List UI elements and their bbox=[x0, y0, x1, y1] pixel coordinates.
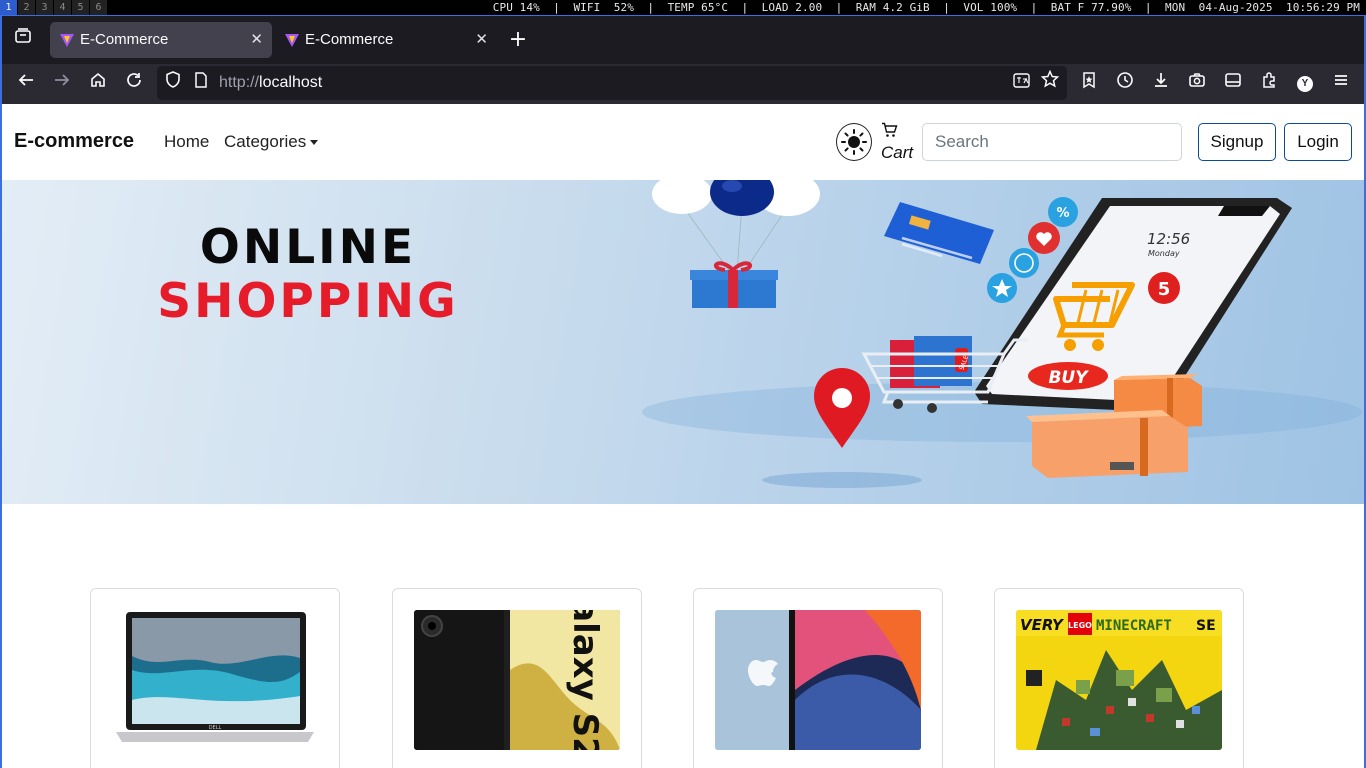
shield-icon[interactable] bbox=[160, 70, 186, 96]
svg-text:SE: SE bbox=[1196, 618, 1216, 634]
url-text: http://localhost bbox=[219, 74, 322, 92]
account-avatar-icon[interactable]: Y bbox=[1292, 71, 1318, 97]
tab-title: E-Commerce bbox=[80, 31, 169, 48]
hero-title-line2: SHOPPING bbox=[157, 274, 459, 329]
workspace-2[interactable]: 2 bbox=[18, 0, 35, 15]
history-icon[interactable] bbox=[1112, 71, 1138, 97]
tab-title: E-Commerce bbox=[305, 31, 394, 48]
cart-icon bbox=[882, 122, 898, 137]
svg-text:VERY: VERY bbox=[1020, 616, 1065, 634]
svg-text:LEGO: LEGO bbox=[1068, 621, 1092, 630]
phone-day: Monday bbox=[1148, 249, 1180, 258]
site-brand[interactable]: E-commerce bbox=[14, 130, 134, 153]
bookmarks-menu-icon[interactable] bbox=[1076, 71, 1102, 97]
site-navbar: E-commerce Home Categories Cart Search S… bbox=[2, 104, 1364, 180]
buy-label: BUY bbox=[1048, 368, 1089, 388]
bookmark-star-icon[interactable] bbox=[1037, 69, 1063, 96]
phone-clock: 12:56 bbox=[1147, 230, 1190, 248]
tab-list-icon[interactable] bbox=[10, 27, 36, 53]
product-image-iphone[interactable] bbox=[715, 610, 921, 750]
svg-text:MINECRAFT: MINECRAFT bbox=[1096, 618, 1172, 634]
hamburger-menu-icon[interactable] bbox=[1328, 71, 1354, 97]
web-page: E-commerce Home Categories Cart Search S… bbox=[2, 104, 1364, 768]
product-image-lego-minecraft[interactable]: VERY LEGO MINECRAFT SE bbox=[1016, 610, 1222, 750]
hero-title-line1: ONLINE bbox=[199, 220, 417, 275]
back-icon[interactable] bbox=[13, 71, 39, 97]
system-status-bar: 1 2 3 4 5 6 CPU 14% | WIFI 52% | TEMP 65… bbox=[0, 0, 1366, 15]
product-card-galaxy-phone[interactable]: alaxy S2 bbox=[392, 588, 642, 768]
cart-label: Cart bbox=[881, 143, 914, 162]
product-card-laptop[interactable]: DELL bbox=[90, 588, 340, 768]
forward-icon[interactable] bbox=[49, 71, 75, 97]
new-tab-icon[interactable]: + bbox=[505, 27, 531, 53]
search-input[interactable] bbox=[922, 123, 1182, 161]
home-icon[interactable] bbox=[85, 71, 111, 97]
chevron-down-icon bbox=[310, 140, 319, 146]
tab-ecommerce-active[interactable]: E-Commerce ✕ bbox=[50, 22, 272, 58]
tab-bar: E-Commerce ✕ E-Commerce ✕ + bbox=[2, 16, 1364, 64]
workspace-3[interactable]: 3 bbox=[36, 0, 53, 15]
theme-toggle-button[interactable] bbox=[836, 123, 872, 161]
svg-text:%: % bbox=[1056, 206, 1069, 221]
address-bar[interactable]: http://localhost bbox=[157, 66, 1067, 100]
tab-ecommerce[interactable]: E-Commerce ✕ bbox=[275, 22, 497, 58]
hero-banner: ONLINE SHOPPING % 12:56 Monday 5 BUY SAL… bbox=[2, 180, 1364, 504]
login-button[interactable]: Login bbox=[1284, 123, 1352, 161]
product-card-iphone[interactable] bbox=[693, 588, 943, 768]
workspace-1[interactable]: 1 bbox=[0, 0, 17, 15]
url-host: localhost bbox=[259, 74, 323, 91]
reload-icon[interactable] bbox=[121, 71, 147, 97]
nav-home-link[interactable]: Home bbox=[164, 132, 209, 152]
translate-icon[interactable] bbox=[1008, 70, 1034, 96]
vite-favicon-icon bbox=[60, 34, 74, 47]
svg-text:DELL: DELL bbox=[209, 725, 222, 731]
svg-text:alaxy S2: alaxy S2 bbox=[565, 610, 605, 750]
product-image-laptop[interactable]: DELL bbox=[112, 610, 318, 750]
account-initial: Y bbox=[1297, 76, 1313, 92]
signup-button[interactable]: Signup bbox=[1198, 123, 1276, 161]
balloon-gift-icon bbox=[652, 180, 820, 308]
credit-card-icon bbox=[884, 202, 994, 264]
sidebar-icon[interactable] bbox=[1220, 71, 1246, 97]
cart-count-badge: 5 bbox=[1158, 279, 1171, 300]
downloads-icon[interactable] bbox=[1148, 71, 1174, 97]
workspace-4[interactable]: 4 bbox=[54, 0, 71, 15]
close-tab-icon[interactable]: ✕ bbox=[250, 30, 263, 48]
nav-categories-dropdown[interactable]: Categories bbox=[224, 132, 319, 152]
system-stats: CPU 14% | WIFI 52% | TEMP 65°C | LOAD 2.… bbox=[492, 1, 1360, 14]
close-tab-icon[interactable]: ✕ bbox=[475, 30, 488, 48]
categories-label: Categories bbox=[224, 132, 307, 151]
browser-window: E-Commerce ✕ E-Commerce ✕ + http://local… bbox=[0, 15, 1366, 768]
navigation-toolbar: http://localhost Y bbox=[2, 64, 1364, 104]
product-image-galaxy-phone[interactable]: alaxy S2 bbox=[414, 610, 620, 750]
workspace-6[interactable]: 6 bbox=[90, 0, 107, 15]
page-info-icon[interactable] bbox=[188, 70, 214, 96]
workspace-5[interactable]: 5 bbox=[72, 0, 89, 15]
vite-favicon-icon bbox=[285, 34, 299, 47]
url-protocol: http:// bbox=[219, 74, 260, 91]
product-card-lego-set[interactable]: VERY LEGO MINECRAFT SE bbox=[994, 588, 1244, 768]
cart-link[interactable]: Cart bbox=[880, 121, 920, 165]
extensions-icon[interactable] bbox=[1256, 71, 1282, 97]
screenshot-icon[interactable] bbox=[1184, 71, 1210, 97]
sun-icon bbox=[841, 129, 867, 155]
shopping-illustration: % 12:56 Monday 5 BUY SALE bbox=[642, 180, 1362, 488]
